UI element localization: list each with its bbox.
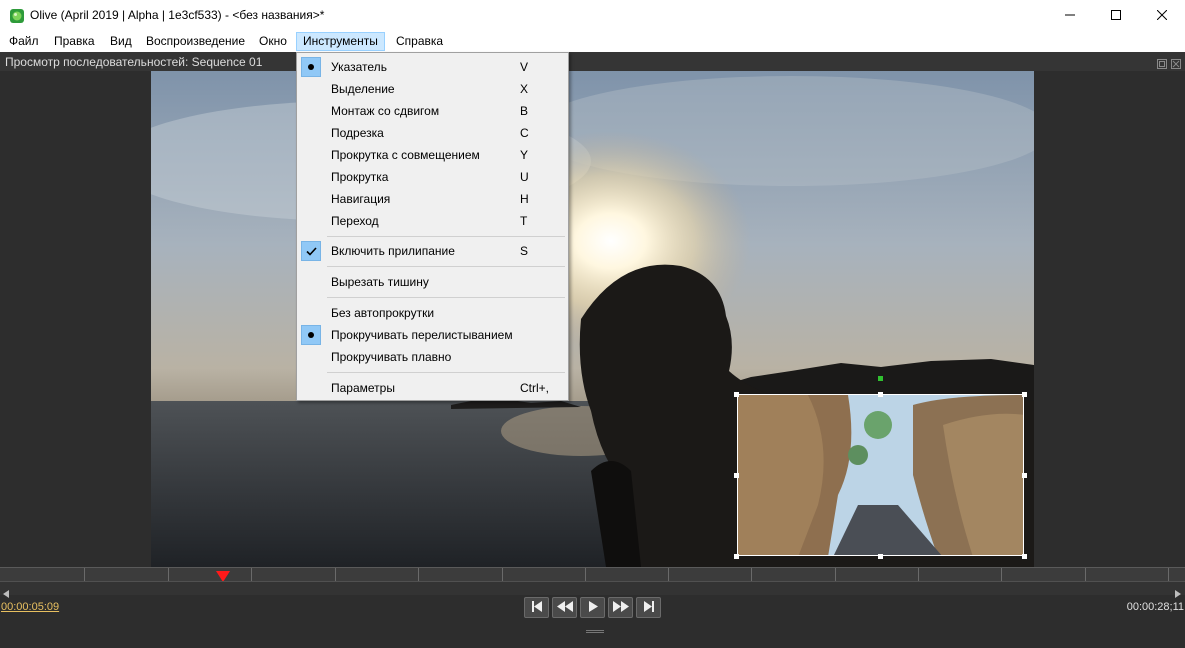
window-title: Olive (April 2019 | Alpha | 1e3cf533) - … — [30, 8, 325, 22]
go-to-start-button[interactable] — [524, 597, 549, 618]
minimize-icon — [1065, 7, 1075, 25]
resize-handle-bottom-right[interactable] — [1022, 554, 1027, 559]
menu-separator — [327, 297, 565, 298]
resize-handle-right[interactable] — [1022, 473, 1027, 478]
menu-item-razor[interactable]: Подрезка C — [297, 122, 568, 144]
resize-handle-bottom[interactable] — [878, 554, 883, 559]
fast-forward-button[interactable] — [608, 597, 633, 618]
end-timecode: 00:00:28;11 — [1126, 601, 1184, 613]
olive-app-icon — [9, 8, 25, 24]
panel-resize-grip-icon[interactable] — [586, 620, 604, 638]
maximize-button[interactable] — [1093, 0, 1139, 31]
menu-edit[interactable]: Правка — [48, 32, 101, 51]
viewer-title: Просмотр последовательностей: Sequence 0… — [5, 55, 263, 69]
menu-item-slip[interactable]: Прокрутка с совмещением Y — [297, 144, 568, 166]
float-panel-icon[interactable] — [1157, 56, 1167, 74]
menu-view[interactable]: Вид — [104, 32, 138, 51]
menu-item-smooth-autoscroll[interactable]: Прокручивать плавно — [297, 346, 568, 368]
rewind-button[interactable] — [552, 597, 577, 618]
maximize-icon — [1111, 7, 1121, 25]
resize-handle-top[interactable] — [878, 392, 883, 397]
close-panel-icon[interactable] — [1171, 56, 1181, 74]
menu-item-hand[interactable]: Навигация H — [297, 188, 568, 210]
menu-playback[interactable]: Воспроизведение — [140, 32, 251, 51]
menu-tools[interactable]: Инструменты — [296, 32, 385, 51]
fast-forward-icon — [612, 599, 629, 617]
close-button[interactable] — [1139, 0, 1185, 31]
rotation-handle[interactable] — [878, 376, 883, 381]
tools-menu-dropdown: Указатель V Выделение X Монтаж со сдвиго… — [296, 52, 569, 401]
menu-window[interactable]: Окно — [253, 32, 293, 51]
resize-handle-top-right[interactable] — [1022, 392, 1027, 397]
go-to-end-button[interactable] — [636, 597, 661, 618]
radio-selected-icon — [301, 325, 321, 345]
menu-item-pointer[interactable]: Указатель V — [297, 56, 568, 78]
play-icon — [588, 599, 598, 617]
menu-separator — [327, 372, 565, 373]
minimize-button[interactable] — [1047, 0, 1093, 31]
close-icon — [1156, 7, 1168, 25]
resize-handle-top-left[interactable] — [734, 392, 739, 397]
menu-separator — [327, 236, 565, 237]
menu-separator — [327, 266, 565, 267]
menu-bar: Файл Правка Вид Воспроизведение Окно Инс… — [0, 31, 1185, 52]
resize-handle-bottom-left[interactable] — [734, 554, 739, 559]
play-button[interactable] — [580, 597, 605, 618]
viewer-timeline-ruler[interactable] — [0, 567, 1185, 582]
menu-item-ripple[interactable]: Монтаж со сдвигом B — [297, 100, 568, 122]
radio-selected-icon — [301, 57, 321, 77]
rewind-icon — [556, 599, 573, 617]
go-to-end-icon — [643, 599, 655, 617]
menu-help[interactable]: Справка — [390, 32, 449, 51]
menu-item-slide[interactable]: Прокрутка U — [297, 166, 568, 188]
go-to-start-icon — [531, 599, 543, 617]
menu-item-cut-silence[interactable]: Вырезать тишину — [297, 271, 568, 293]
resize-handle-left[interactable] — [734, 473, 739, 478]
sequence-viewer-panel: Просмотр последовательностей: Sequence 0… — [0, 52, 1185, 648]
menu-item-select[interactable]: Выделение X — [297, 78, 568, 100]
menu-file[interactable]: Файл — [3, 32, 45, 51]
menu-item-enable-snapping[interactable]: Включить прилипание S — [297, 240, 568, 262]
checkmark-icon — [301, 241, 321, 261]
timeline-scrollbar[interactable] — [0, 581, 1185, 598]
menu-item-page-autoscroll[interactable]: Прокручивать перелистыванием — [297, 324, 568, 346]
menu-item-preferences[interactable]: Параметры Ctrl+, — [297, 377, 568, 399]
menu-item-no-autoscroll[interactable]: Без автопрокрутки — [297, 302, 568, 324]
title-bar: Olive (April 2019 | Alpha | 1e3cf533) - … — [0, 0, 1185, 31]
viewer-header: Просмотр последовательностей: Sequence 0… — [0, 52, 1185, 71]
menu-item-transition[interactable]: Переход T — [297, 210, 568, 232]
current-timecode[interactable]: 00:00:05:09 — [1, 601, 59, 613]
overlay-clip[interactable] — [737, 394, 1024, 556]
